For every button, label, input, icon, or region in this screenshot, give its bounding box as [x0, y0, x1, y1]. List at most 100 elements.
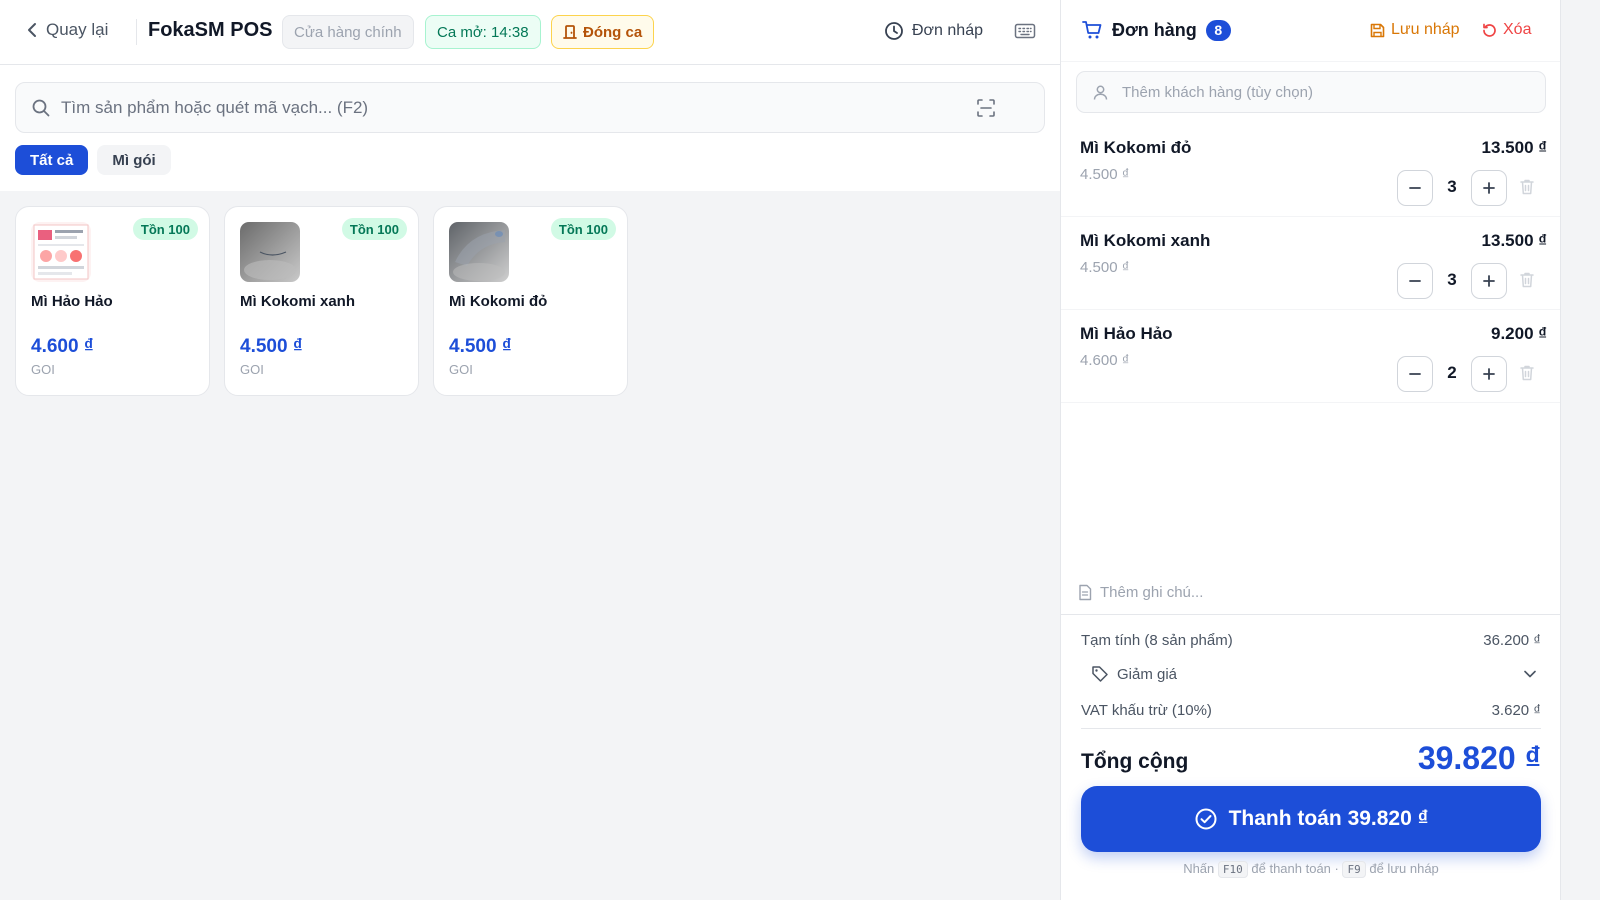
cart-icon — [1081, 19, 1103, 41]
line-item-unit-price: 4.600 ₫ — [1080, 352, 1130, 369]
add-customer-field[interactable]: Thêm khách hàng (tùy chọn) — [1076, 71, 1546, 113]
product-pane: Quay lại FokaSM POS Cửa hàng chính Ca mở… — [0, 0, 1060, 900]
increase-qty-button[interactable] — [1471, 263, 1507, 299]
product-unit: GOI — [240, 362, 264, 377]
store-label: Cửa hàng chính — [294, 23, 402, 41]
search-icon — [31, 98, 51, 118]
vat-label: VAT khấu trừ (10%) — [1081, 702, 1212, 719]
app-title: FokaSM POS — [148, 19, 273, 41]
save-draft-button[interactable]: Lưu nháp — [1369, 21, 1460, 39]
order-title: Đơn hàng — [1112, 19, 1197, 40]
quantity-value: 3 — [1447, 177, 1457, 196]
product-image — [240, 222, 300, 282]
plus-icon — [1482, 181, 1496, 195]
close-shift-button[interactable]: Đóng ca — [551, 15, 655, 49]
minus-icon — [1408, 274, 1422, 288]
product-price: 4.500 ₫ — [449, 336, 512, 357]
stock-badge: Tồn 100 — [550, 218, 616, 240]
line-item-name: Mì Kokomi xanh — [1080, 231, 1211, 250]
order-panel: Đơn hàng 8 Lưu nháp Xóa Thêm khách hàng … — [1060, 0, 1561, 900]
hint-pay-text: để thanh toán · — [1251, 861, 1339, 876]
increase-qty-button[interactable] — [1471, 170, 1507, 206]
barcode-scan-icon[interactable] — [976, 98, 996, 118]
item-count-badge: 8 — [1205, 19, 1231, 41]
decrease-qty-button[interactable] — [1397, 356, 1433, 392]
back-button[interactable]: Quay lại — [26, 20, 108, 40]
discount-label: Giảm giá — [1117, 665, 1178, 683]
clear-label: Xóa — [1503, 21, 1532, 38]
close-shift-label: Đóng ca — [583, 23, 643, 41]
product-card[interactable]: Tồn 100 Mì Kokomi xanh 4.500 ₫ GOI — [224, 206, 419, 396]
check-circle-icon — [1194, 807, 1218, 831]
customer-placeholder: Thêm khách hàng (tùy chọn) — [1122, 84, 1313, 101]
note-placeholder: Thêm ghi chú... — [1100, 584, 1204, 601]
category-instant-noodles[interactable]: Mì gói — [97, 145, 171, 175]
quantity-value: 2 — [1447, 363, 1457, 382]
product-price: 4.600 ₫ — [31, 336, 94, 357]
clear-order-button[interactable]: Xóa — [1481, 21, 1531, 39]
hint-prefix: Nhấn — [1183, 861, 1215, 876]
line-item-unit-price: 4.500 ₫ — [1080, 166, 1130, 183]
vat-value: 3.620 ₫ — [1491, 702, 1541, 719]
drafts-label: Đơn nháp — [912, 22, 983, 39]
line-item-total: 9.200 ₫ — [1491, 324, 1547, 343]
product-name: Mì Hảo Hảo — [31, 293, 113, 310]
subtotal-row: Tạm tính (8 sản phẩm) 36.200 ₫ — [1081, 632, 1541, 649]
category-all[interactable]: Tất cả — [15, 145, 89, 175]
keyboard-shortcuts-button[interactable] — [1014, 22, 1036, 40]
reset-icon — [1481, 22, 1498, 39]
product-name: Mì Kokomi đỏ — [449, 293, 548, 310]
order-header: Đơn hàng 8 Lưu nháp Xóa — [1061, 0, 1561, 62]
shift-badge: Ca mở: 14:38 — [425, 15, 541, 49]
discount-label-group: Giảm giá — [1091, 665, 1177, 683]
checkout-button[interactable]: Thanh toán 39.820 ₫ — [1081, 786, 1541, 852]
product-name: Mì Kokomi xanh — [240, 293, 356, 310]
search-area: Tất cả Mì gói — [0, 65, 1060, 191]
trash-icon[interactable] — [1519, 271, 1535, 289]
save-icon — [1369, 22, 1386, 39]
minus-icon — [1408, 367, 1422, 381]
chevron-down-icon — [1523, 669, 1537, 679]
keyboard-icon — [1014, 22, 1036, 40]
page-edge — [1560, 0, 1600, 900]
decrease-qty-button[interactable] — [1397, 170, 1433, 206]
note-icon — [1078, 584, 1092, 601]
shift-label: Ca mở: 14:38 — [437, 23, 529, 41]
save-draft-label: Lưu nháp — [1391, 21, 1460, 38]
product-card[interactable]: Tồn 100 Mì Hảo Hảo 4.600 ₫ GOI — [15, 206, 210, 396]
store-badge: Cửa hàng chính — [282, 15, 414, 49]
stock-badge: Tồn 100 — [341, 218, 407, 240]
shortcut-hint: Nhấn F10 để thanh toán · F9 để lưu nháp — [1061, 861, 1561, 878]
total-label: Tổng cộng — [1081, 750, 1189, 773]
product-grid: Tồn 100 Mì Hảo Hảo 4.600 ₫ GOI Tồn 100 M… — [15, 206, 628, 396]
product-unit: GOI — [31, 362, 55, 377]
product-price: 4.500 ₫ — [240, 336, 303, 357]
top-bar: Quay lại FokaSM POS Cửa hàng chính Ca mở… — [0, 0, 1060, 65]
line-item-total: 13.500 ₫ — [1481, 231, 1547, 250]
product-unit: GOI — [449, 362, 473, 377]
order-line-item: Mì Kokomi xanh 4.500 ₫ 13.500 ₫ 3 — [1061, 217, 1561, 310]
stock-badge: Tồn 100 — [132, 218, 198, 240]
line-item-name: Mì Hảo Hảo — [1080, 324, 1173, 343]
user-icon — [1092, 84, 1109, 101]
category-filter: Tất cả Mì gói — [15, 145, 171, 175]
divider — [1061, 614, 1561, 615]
checkout-label: Thanh toán 39.820 ₫ — [1228, 807, 1429, 830]
back-label: Quay lại — [46, 20, 109, 39]
line-item-name: Mì Kokomi đỏ — [1080, 138, 1192, 157]
increase-qty-button[interactable] — [1471, 356, 1507, 392]
divider — [1081, 728, 1541, 729]
product-card[interactable]: Tồn 100 Mì Kokomi đỏ 4.500 ₫ GOI — [433, 206, 628, 396]
order-line-item: Mì Hảo Hảo 4.600 ₫ 9.200 ₫ 2 — [1061, 310, 1561, 403]
trash-icon[interactable] — [1519, 178, 1535, 196]
vat-row: VAT khấu trừ (10%) 3.620 ₫ — [1081, 702, 1541, 719]
quantity-value: 3 — [1447, 270, 1457, 289]
trash-icon[interactable] — [1519, 364, 1535, 382]
divider — [136, 19, 137, 45]
drafts-button[interactable]: Đơn nháp — [884, 21, 983, 41]
search-input[interactable] — [61, 91, 961, 125]
discount-toggle[interactable]: Giảm giá — [1091, 665, 1537, 683]
add-note-field[interactable]: Thêm ghi chú... — [1078, 584, 1203, 601]
line-item-total: 13.500 ₫ — [1481, 138, 1547, 157]
decrease-qty-button[interactable] — [1397, 263, 1433, 299]
